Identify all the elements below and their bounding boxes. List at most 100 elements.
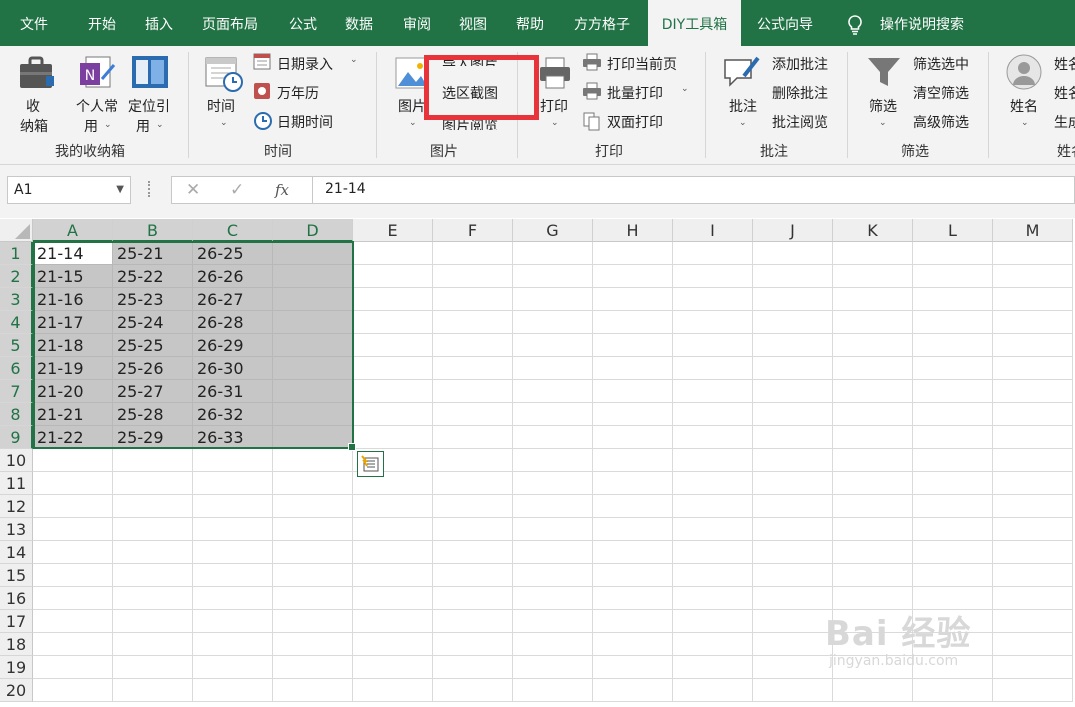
cell-m9[interactable] — [993, 426, 1073, 449]
cell-g3[interactable] — [513, 288, 593, 311]
cell-f16[interactable] — [433, 587, 513, 610]
cell-l11[interactable] — [913, 472, 993, 495]
name-tool-2[interactable]: 姓名 — [1054, 83, 1075, 103]
cell-l3[interactable] — [913, 288, 993, 311]
cell-b14[interactable] — [113, 541, 193, 564]
cell-m10[interactable] — [993, 449, 1073, 472]
cell-h4[interactable] — [593, 311, 673, 334]
cell-m12[interactable] — [993, 495, 1073, 518]
cell-d19[interactable] — [273, 656, 353, 679]
row-header-16[interactable]: 16 — [0, 587, 33, 610]
cell-b5[interactable]: 25-25 — [113, 334, 193, 357]
cell-l6[interactable] — [913, 357, 993, 380]
cell-c20[interactable] — [193, 679, 273, 702]
cell-e17[interactable] — [353, 610, 433, 633]
row-header-11[interactable]: 11 — [0, 472, 33, 495]
cell-h8[interactable] — [593, 403, 673, 426]
cell-a6[interactable]: 21-19 — [33, 357, 113, 380]
cell-h19[interactable] — [593, 656, 673, 679]
cell-b16[interactable] — [113, 587, 193, 610]
cell-f11[interactable] — [433, 472, 513, 495]
cell-c14[interactable] — [193, 541, 273, 564]
cell-h9[interactable] — [593, 426, 673, 449]
cell-f12[interactable] — [433, 495, 513, 518]
drag-handle-icon[interactable] — [148, 181, 153, 197]
column-header-f[interactable]: F — [433, 219, 513, 242]
cell-c11[interactable] — [193, 472, 273, 495]
cell-h16[interactable] — [593, 587, 673, 610]
column-header-m[interactable]: M — [993, 219, 1073, 242]
cell-a7[interactable]: 21-20 — [33, 380, 113, 403]
cell-j9[interactable] — [753, 426, 833, 449]
cell-j15[interactable] — [753, 564, 833, 587]
cell-c9[interactable]: 26-33 — [193, 426, 273, 449]
cell-l8[interactable] — [913, 403, 993, 426]
cell-g12[interactable] — [513, 495, 593, 518]
row-header-10[interactable]: 10 — [0, 449, 33, 472]
cell-e8[interactable] — [353, 403, 433, 426]
cell-b7[interactable]: 25-27 — [113, 380, 193, 403]
cell-g5[interactable] — [513, 334, 593, 357]
cell-i12[interactable] — [673, 495, 753, 518]
cell-e2[interactable] — [353, 265, 433, 288]
cell-d17[interactable] — [273, 610, 353, 633]
cell-b9[interactable]: 25-29 — [113, 426, 193, 449]
cell-d3[interactable] — [273, 288, 353, 311]
cell-m2[interactable] — [993, 265, 1073, 288]
cell-h11[interactable] — [593, 472, 673, 495]
cell-k13[interactable] — [833, 518, 913, 541]
cell-i15[interactable] — [673, 564, 753, 587]
cell-i6[interactable] — [673, 357, 753, 380]
cell-i3[interactable] — [673, 288, 753, 311]
cell-h1[interactable] — [593, 242, 673, 265]
cell-i19[interactable] — [673, 656, 753, 679]
cell-e9[interactable] — [353, 426, 433, 449]
cell-f8[interactable] — [433, 403, 513, 426]
cell-b3[interactable]: 25-23 — [113, 288, 193, 311]
cell-m15[interactable] — [993, 564, 1073, 587]
row-header-1[interactable]: 1 — [0, 242, 33, 265]
cell-c2[interactable]: 26-26 — [193, 265, 273, 288]
cell-b19[interactable] — [113, 656, 193, 679]
cell-f6[interactable] — [433, 357, 513, 380]
cell-d13[interactable] — [273, 518, 353, 541]
cell-g2[interactable] — [513, 265, 593, 288]
cell-a20[interactable] — [33, 679, 113, 702]
cell-d15[interactable] — [273, 564, 353, 587]
cell-g8[interactable] — [513, 403, 593, 426]
cell-i7[interactable] — [673, 380, 753, 403]
cell-d5[interactable] — [273, 334, 353, 357]
column-header-i[interactable]: I — [673, 219, 753, 242]
cell-k6[interactable] — [833, 357, 913, 380]
cell-f17[interactable] — [433, 610, 513, 633]
cell-b1[interactable]: 25-21 — [113, 242, 193, 265]
cell-h10[interactable] — [593, 449, 673, 472]
cell-k4[interactable] — [833, 311, 913, 334]
cell-i16[interactable] — [673, 587, 753, 610]
name-tool-3[interactable]: 生成 — [1054, 112, 1075, 132]
cell-k10[interactable] — [833, 449, 913, 472]
tab-review[interactable]: 审阅 — [403, 0, 431, 46]
cell-j14[interactable] — [753, 541, 833, 564]
cell-a18[interactable] — [33, 633, 113, 656]
enter-icon[interactable]: ✓ — [230, 180, 244, 200]
cell-h14[interactable] — [593, 541, 673, 564]
cell-h13[interactable] — [593, 518, 673, 541]
cell-b10[interactable] — [113, 449, 193, 472]
tab-page-layout[interactable]: 页面布局 — [202, 0, 258, 46]
cell-k1[interactable] — [833, 242, 913, 265]
cell-e19[interactable] — [353, 656, 433, 679]
cell-m14[interactable] — [993, 541, 1073, 564]
cell-g11[interactable] — [513, 472, 593, 495]
cell-g20[interactable] — [513, 679, 593, 702]
cell-a16[interactable] — [33, 587, 113, 610]
cell-d9[interactable] — [273, 426, 353, 449]
cell-k9[interactable] — [833, 426, 913, 449]
tab-formulas[interactable]: 公式 — [289, 0, 317, 46]
cell-c10[interactable] — [193, 449, 273, 472]
cell-e6[interactable] — [353, 357, 433, 380]
tab-formula-wizard[interactable]: 公式向导 — [757, 0, 813, 46]
cell-m17[interactable] — [993, 610, 1073, 633]
column-header-d[interactable]: D — [273, 219, 353, 242]
cell-m7[interactable] — [993, 380, 1073, 403]
